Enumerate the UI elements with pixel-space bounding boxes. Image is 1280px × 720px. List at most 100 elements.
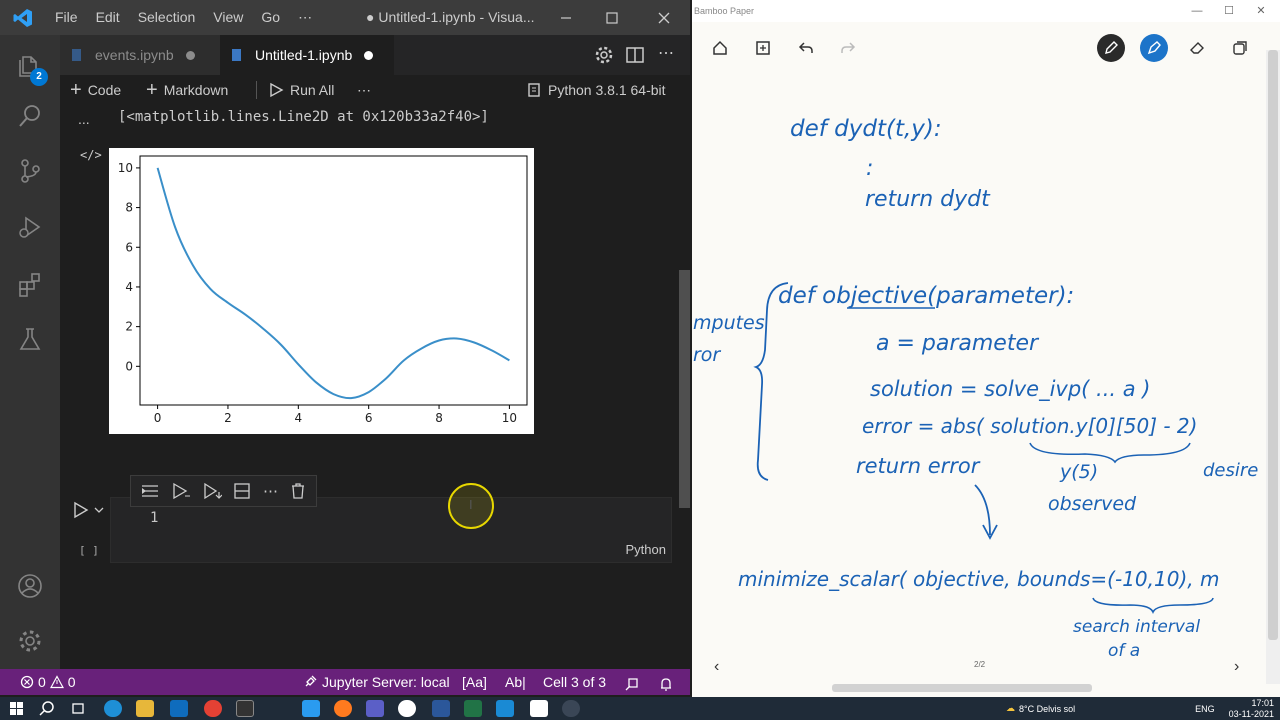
plot-axes-frame	[139, 155, 528, 406]
run-debug-icon[interactable]	[0, 203, 60, 251]
menu-edit[interactable]: Edit	[87, 0, 129, 35]
whole-word-toggle[interactable]: Ab|	[505, 669, 526, 695]
output-mimetype-icon[interactable]: </>	[80, 148, 102, 162]
settings-gear-icon[interactable]	[0, 617, 60, 665]
clock[interactable]: 17:01 03-11-2021	[1229, 698, 1274, 720]
ink-color-icon[interactable]	[1140, 34, 1168, 62]
photos-icon[interactable]	[496, 700, 514, 717]
menu-file[interactable]: File	[46, 0, 87, 35]
bamboo-scroll-thumb[interactable]	[1268, 50, 1278, 640]
run-cell-button[interactable]	[72, 501, 106, 524]
title-bar: File Edit Selection View Go ⋯ ● Untitled…	[0, 0, 690, 35]
undo-icon[interactable]	[792, 34, 820, 62]
close-button[interactable]	[641, 0, 687, 35]
add-markdown-cell-button[interactable]: + Markdown	[146, 75, 228, 105]
warning-count: 0	[67, 674, 76, 690]
testing-flask-icon[interactable]	[0, 315, 60, 363]
bamboo-maximize-button[interactable]: ☐	[1214, 0, 1244, 22]
execute-below-icon[interactable]	[171, 482, 191, 500]
run-all-icon	[270, 82, 284, 98]
account-icon[interactable]	[0, 562, 60, 610]
toolbar-more-button[interactable]: ⋯	[357, 75, 371, 105]
lasso-copy-icon[interactable]	[1226, 34, 1254, 62]
split-cell-icon[interactable]	[232, 482, 252, 500]
output-text: [<matplotlib.lines.Line2D at 0x120b33a2f…	[118, 109, 489, 125]
delete-cell-icon[interactable]	[289, 482, 307, 500]
editor-scrollbar[interactable]	[679, 270, 690, 508]
unsaved-dot-icon	[185, 50, 195, 60]
problems-indicator[interactable]: 0 0	[20, 669, 76, 695]
pen-tool-icon[interactable]	[1097, 34, 1125, 62]
cell-language[interactable]: Python	[626, 542, 666, 557]
home-icon[interactable]	[706, 34, 734, 62]
execution-count: [ ]	[79, 544, 99, 557]
terminal-icon[interactable]	[236, 700, 254, 717]
jupyter-server-status[interactable]: Jupyter Server: local	[303, 669, 450, 695]
next-page-icon[interactable]: ›	[1234, 658, 1239, 676]
weather-icon[interactable]: ☁	[1006, 703, 1015, 714]
search-taskbar-icon[interactable]	[38, 700, 56, 717]
recorder-icon[interactable]	[562, 700, 580, 717]
chrome-icon[interactable]	[204, 700, 222, 717]
bamboo-taskbar-icon[interactable]	[530, 700, 548, 717]
vscode-logo-icon[interactable]	[0, 0, 46, 35]
bamboo-minimize-button[interactable]: —	[1182, 0, 1212, 22]
explorer-icon[interactable]: 2	[0, 40, 60, 88]
add-code-cell-button[interactable]: + Code	[70, 75, 121, 105]
hw-minimize: minimize_scalar( objective, bounds=(-10,…	[738, 567, 1219, 591]
settings-icon[interactable]	[594, 45, 614, 70]
menu-go[interactable]: Go	[252, 0, 289, 35]
task-view-icon[interactable]	[70, 700, 88, 717]
start-button[interactable]	[8, 700, 26, 717]
tab-untitled-1-ipynb[interactable]: Untitled-1.ipynb	[220, 35, 394, 75]
kernel-picker[interactable]: Python 3.8.1 64-bit	[526, 75, 666, 105]
minimize-button[interactable]	[543, 0, 589, 35]
bamboo-hscroll-thumb[interactable]	[832, 684, 1092, 692]
extensions-icon[interactable]	[0, 260, 60, 308]
menu-view[interactable]: View	[204, 0, 252, 35]
x-tick-label: 4	[294, 411, 302, 425]
kernel-icon	[528, 83, 540, 97]
more-actions-icon[interactable]: ⋯	[658, 43, 674, 63]
bamboo-page-canvas[interactable]: def dydt(t,y): : return dydt def objecti…	[692, 72, 1266, 684]
excel-icon[interactable]	[464, 700, 482, 717]
file-explorer-icon[interactable]	[136, 700, 154, 717]
app-icon-circle[interactable]	[398, 700, 416, 717]
run-and-below-icon[interactable]	[202, 482, 222, 500]
redo-icon[interactable]	[834, 34, 862, 62]
word-icon[interactable]	[432, 700, 450, 717]
edge-browser-icon[interactable]	[104, 700, 122, 717]
outlook-icon[interactable]	[170, 700, 188, 717]
y-tick-label: 6	[125, 240, 133, 254]
teams-icon[interactable]	[366, 700, 384, 717]
prev-page-icon[interactable]: ‹	[714, 658, 719, 676]
maximize-button[interactable]	[589, 0, 635, 35]
source-control-icon[interactable]	[0, 147, 60, 195]
split-editor-icon[interactable]	[625, 45, 645, 70]
search-icon[interactable]	[0, 92, 60, 140]
weather-label[interactable]: 8°C Delvis sol	[1019, 704, 1075, 714]
line-number: 1	[150, 510, 159, 526]
firefox-icon[interactable]	[334, 700, 352, 717]
run-above-icon[interactable]	[140, 482, 160, 500]
hw-ellipsis: :	[866, 156, 873, 181]
y-tick-label: 8	[125, 201, 133, 215]
cell-position[interactable]: Cell 3 of 3	[543, 669, 606, 695]
vscode-taskbar-icon[interactable]	[302, 700, 320, 717]
tab-events-ipynb[interactable]: events.ipynb	[60, 35, 220, 75]
clock-date: 03-11-2021	[1228, 708, 1274, 719]
add-page-icon[interactable]	[749, 34, 777, 62]
language-indicator[interactable]: ENG	[1195, 704, 1215, 714]
run-all-button[interactable]: Run All	[268, 75, 334, 105]
eraser-icon[interactable]	[1183, 34, 1211, 62]
menu-more[interactable]: ⋯	[289, 0, 321, 35]
bamboo-scrollbar[interactable]	[1266, 50, 1280, 684]
match-case-toggle[interactable]: [Aa]	[462, 669, 487, 695]
cell-more-icon[interactable]: ⋯	[263, 482, 278, 500]
bamboo-close-button[interactable]: ✕	[1246, 0, 1276, 22]
kernel-label: Python 3.8.1 64-bit	[548, 82, 666, 98]
menu-selection[interactable]: Selection	[129, 0, 205, 35]
notebook-editor: ... [<matplotlib.lines.Line2D at 0x120b3…	[60, 105, 690, 669]
output-collapse-ellipsis[interactable]: ...	[78, 111, 90, 127]
hw-solution: solution = solve_ivp( ... a )	[870, 377, 1150, 402]
